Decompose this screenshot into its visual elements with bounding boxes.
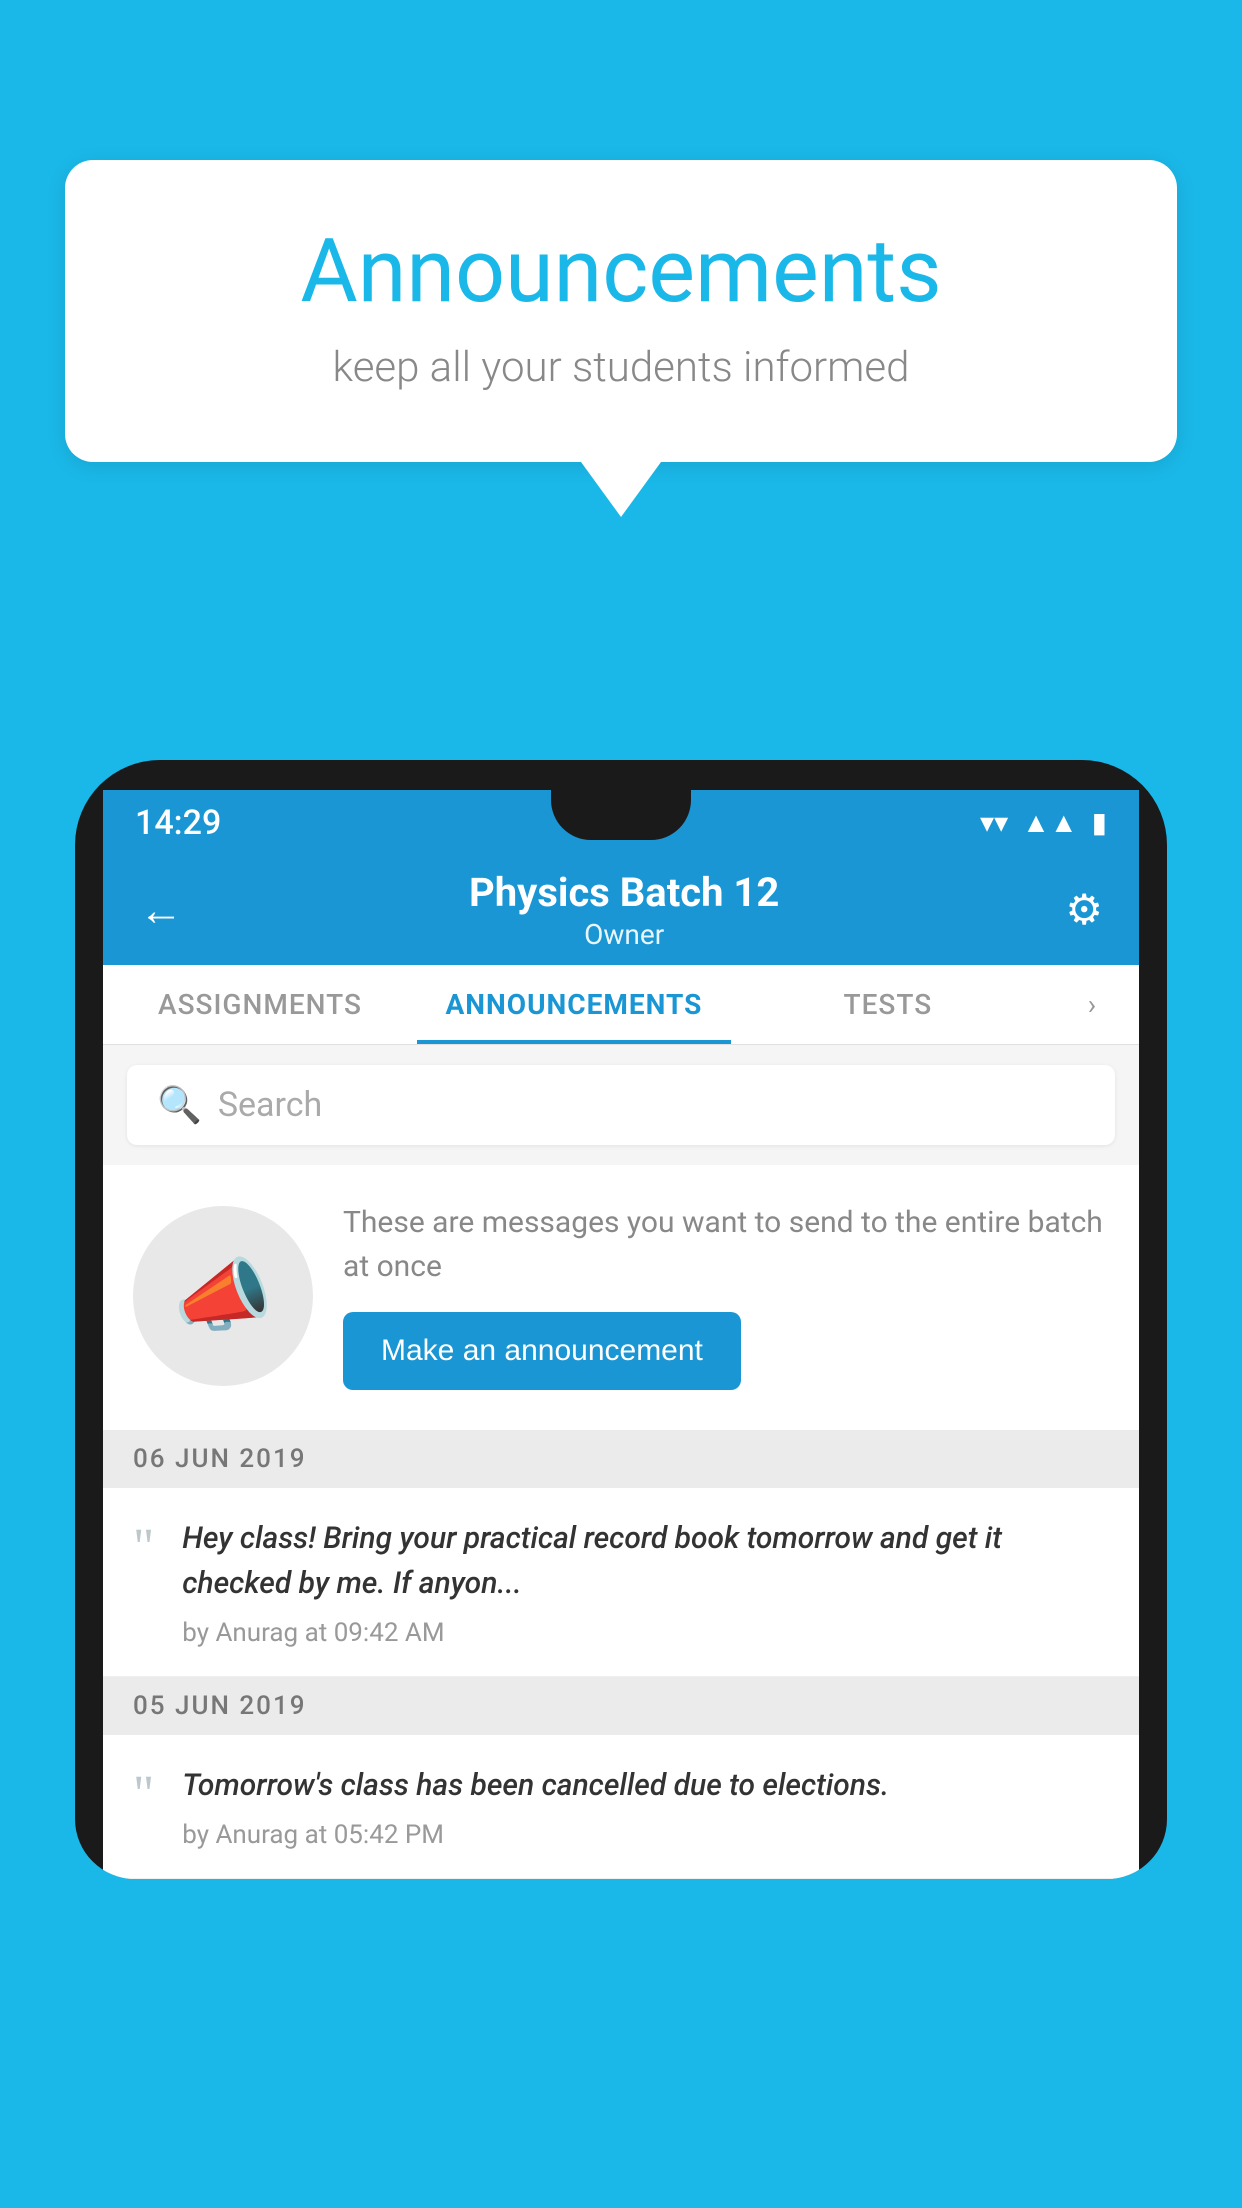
bubble-title: Announcements bbox=[145, 220, 1097, 323]
promo-section: 📣 These are messages you want to send to… bbox=[103, 1165, 1139, 1430]
search-bar[interactable]: 🔍 Search bbox=[127, 1065, 1115, 1145]
date-separator-2: 05 JUN 2019 bbox=[103, 1677, 1139, 1735]
bubble-subtitle: keep all your students informed bbox=[145, 343, 1097, 392]
app-bar: ← Physics Batch 12 Owner ⚙ bbox=[103, 855, 1139, 965]
announcement-text-1: Hey class! Bring your practical record b… bbox=[182, 1516, 1109, 1606]
status-time: 14:29 bbox=[135, 803, 221, 843]
wifi-icon: ▾▾ bbox=[980, 806, 1008, 839]
announcement-content-2: Tomorrow's class has been cancelled due … bbox=[182, 1763, 1109, 1850]
megaphone-icon: 📣 bbox=[173, 1249, 273, 1343]
phone-notch bbox=[551, 790, 691, 840]
status-icons: ▾▾ ▲▲ ▮ bbox=[980, 806, 1107, 839]
announcement-item-1[interactable]: " Hey class! Bring your practical record… bbox=[103, 1488, 1139, 1677]
app-bar-title-group: Physics Batch 12 Owner bbox=[183, 869, 1065, 951]
promo-description: These are messages you want to send to t… bbox=[343, 1201, 1109, 1288]
tab-more[interactable]: › bbox=[1045, 965, 1139, 1044]
speech-bubble-container: Announcements keep all your students inf… bbox=[65, 160, 1177, 517]
back-button[interactable]: ← bbox=[139, 884, 183, 936]
content-area: 🔍 Search 📣 These are messages you want t… bbox=[103, 1045, 1139, 1879]
phone-body: 14:29 ▾▾ ▲▲ ▮ ← Physics Batch 12 Owner ⚙… bbox=[75, 760, 1167, 1879]
speech-bubble: Announcements keep all your students inf… bbox=[65, 160, 1177, 462]
search-placeholder-text: Search bbox=[218, 1085, 322, 1125]
tab-assignments[interactable]: ASSIGNMENTS bbox=[103, 965, 417, 1044]
announcement-text-2: Tomorrow's class has been cancelled due … bbox=[182, 1763, 1109, 1808]
announcement-meta-1: by Anurag at 09:42 AM bbox=[182, 1618, 1109, 1648]
promo-icon-circle: 📣 bbox=[133, 1206, 313, 1386]
tabs-bar: ASSIGNMENTS ANNOUNCEMENTS TESTS › bbox=[103, 965, 1139, 1045]
phone-mockup: 14:29 ▾▾ ▲▲ ▮ ← Physics Batch 12 Owner ⚙… bbox=[75, 760, 1167, 2208]
tab-announcements[interactable]: ANNOUNCEMENTS bbox=[417, 965, 731, 1044]
signal-icon: ▲▲ bbox=[1022, 806, 1077, 839]
tab-tests[interactable]: TESTS bbox=[731, 965, 1045, 1044]
make-announcement-button[interactable]: Make an announcement bbox=[343, 1312, 741, 1390]
announcement-content-1: Hey class! Bring your practical record b… bbox=[182, 1516, 1109, 1648]
settings-icon[interactable]: ⚙ bbox=[1065, 885, 1103, 935]
bubble-tail bbox=[581, 462, 661, 517]
app-bar-subtitle: Owner bbox=[183, 918, 1065, 951]
battery-icon: ▮ bbox=[1092, 806, 1107, 839]
announcement-item-2[interactable]: " Tomorrow's class has been cancelled du… bbox=[103, 1735, 1139, 1879]
app-bar-title: Physics Batch 12 bbox=[183, 869, 1065, 916]
search-icon: 🔍 bbox=[157, 1084, 202, 1126]
quote-icon-1: " bbox=[133, 1522, 154, 1648]
date-separator-1: 06 JUN 2019 bbox=[103, 1430, 1139, 1488]
announcement-meta-2: by Anurag at 05:42 PM bbox=[182, 1820, 1109, 1850]
promo-text-group: These are messages you want to send to t… bbox=[343, 1201, 1109, 1390]
quote-icon-2: " bbox=[133, 1769, 154, 1850]
